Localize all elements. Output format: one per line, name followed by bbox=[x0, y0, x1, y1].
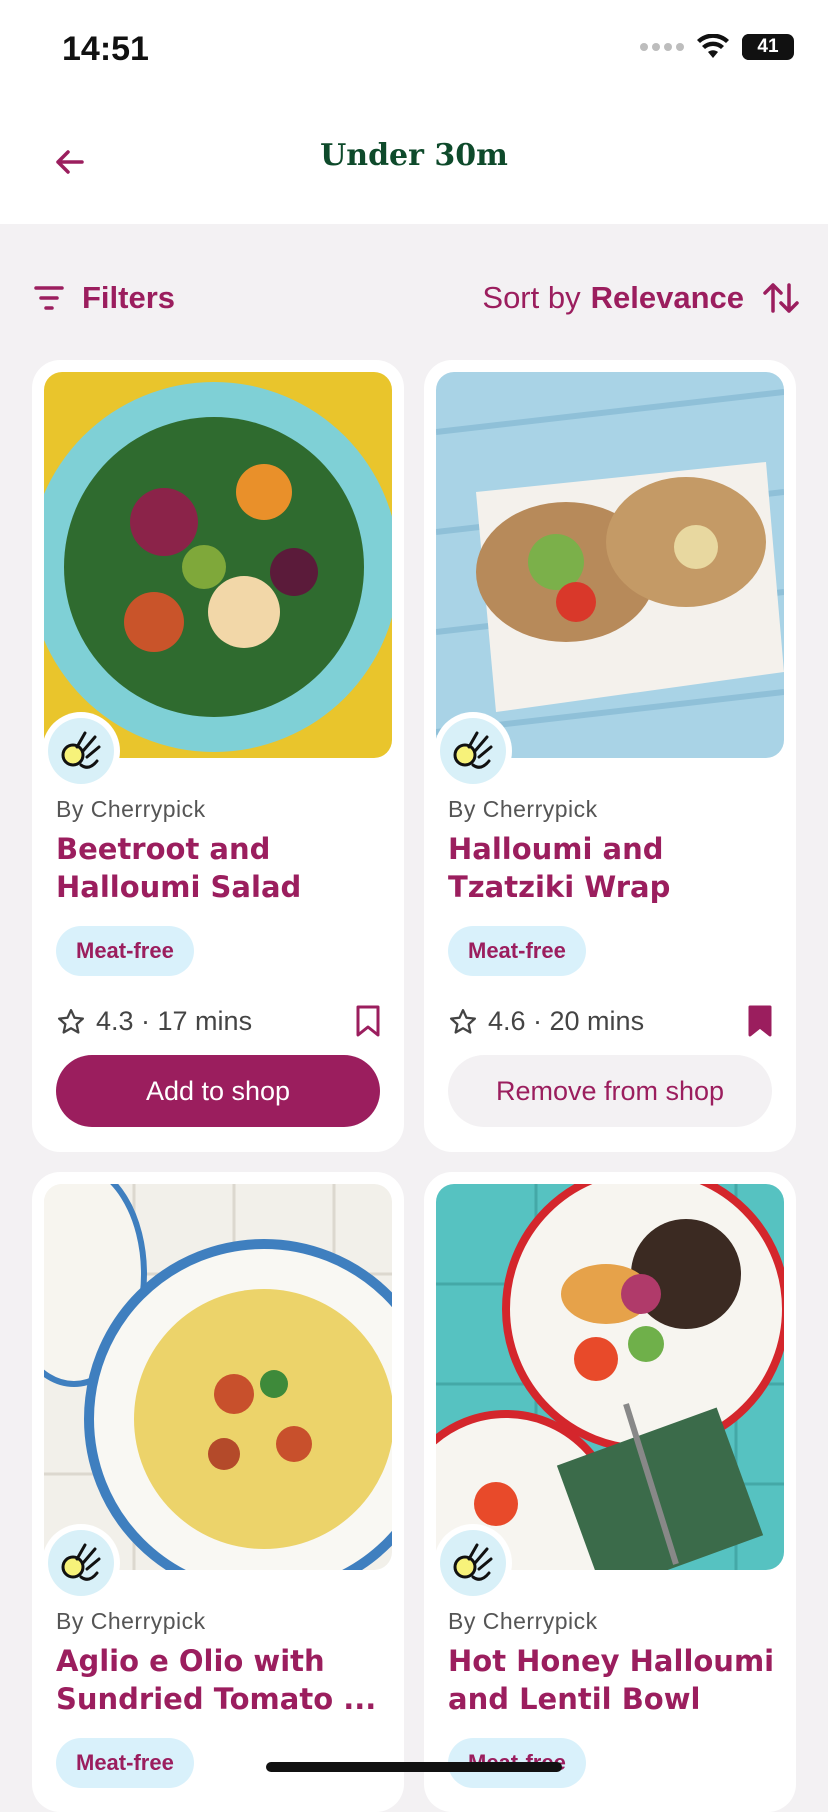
recipe-author: By Cherrypick bbox=[448, 1608, 598, 1634]
recipe-image bbox=[44, 372, 392, 758]
remove-from-shop-button[interactable]: Remove from shop bbox=[448, 1055, 772, 1127]
recipe-title[interactable]: Aglio e Olio with Sundried Tomato ... bbox=[56, 1642, 386, 1718]
rating-and-time: 4.6 · 20 mins bbox=[488, 1006, 645, 1036]
ok-hand-icon bbox=[453, 1543, 493, 1581]
ok-hand-icon bbox=[61, 731, 101, 769]
author-avatar bbox=[434, 712, 512, 790]
recipe-image bbox=[44, 1184, 392, 1570]
ok-hand-icon bbox=[453, 731, 493, 769]
star-icon bbox=[450, 1008, 476, 1034]
recipe-image bbox=[436, 372, 784, 758]
bookmark-filled-icon[interactable] bbox=[746, 1004, 774, 1038]
wifi-icon bbox=[697, 34, 729, 58]
recipe-title[interactable]: Hot Honey Halloumi and Lentil Bowl bbox=[448, 1642, 778, 1718]
author-avatar bbox=[434, 1524, 512, 1602]
author-avatar bbox=[42, 1524, 120, 1602]
page-title: Under 30m bbox=[320, 138, 508, 173]
add-to-shop-button[interactable]: Add to shop bbox=[56, 1055, 380, 1127]
recipe-title[interactable]: Beetroot and Halloumi Salad Wi... bbox=[56, 830, 386, 906]
battery-icon: 41 bbox=[742, 34, 794, 60]
recipe-meta: 4.3 · 17 mins bbox=[56, 1006, 252, 1037]
sort-value: Relevance bbox=[590, 280, 744, 315]
diet-tag: Meat-free bbox=[56, 1738, 194, 1788]
author-avatar bbox=[42, 712, 120, 790]
bookmark-icon[interactable] bbox=[354, 1004, 382, 1038]
diet-tag: Meat-free bbox=[56, 926, 194, 976]
recipe-meta: 4.6 · 20 mins bbox=[448, 1006, 644, 1037]
recipe-author: By Cherrypick bbox=[56, 1608, 206, 1634]
sort-control[interactable]: Sort by Relevance bbox=[482, 280, 800, 316]
battery-percentage: 41 bbox=[757, 36, 779, 57]
nav-header: Under 30m bbox=[0, 100, 828, 224]
sort-label: Sort by bbox=[482, 280, 581, 315]
status-bar: 14:51 41 bbox=[0, 0, 828, 100]
star-icon bbox=[58, 1008, 84, 1034]
filters-label: Filters bbox=[82, 280, 176, 315]
toolbar: Filters Sort by Relevance bbox=[0, 270, 828, 330]
recipe-author: By Cherrypick bbox=[448, 796, 598, 822]
cellular-signal-icon bbox=[640, 43, 684, 51]
filters-button[interactable]: Filters bbox=[34, 280, 175, 316]
recipe-author: By Cherrypick bbox=[56, 796, 206, 822]
status-icons: 41 bbox=[640, 34, 794, 60]
home-indicator bbox=[266, 1762, 562, 1772]
recipe-card[interactable]: By Cherrypick Hot Honey Halloumi and Len… bbox=[424, 1172, 796, 1812]
recipe-card[interactable]: By Cherrypick Aglio e Olio with Sundried… bbox=[32, 1172, 404, 1812]
rating-and-time: 4.3 · 17 mins bbox=[96, 1006, 253, 1036]
ok-hand-icon bbox=[61, 1543, 101, 1581]
filter-icon bbox=[34, 286, 64, 310]
recipe-image bbox=[436, 1184, 784, 1570]
recipe-card[interactable]: By Cherrypick Halloumi and Tzatziki Wrap… bbox=[424, 360, 796, 1152]
diet-tag: Meat-free bbox=[448, 926, 586, 976]
status-time: 14:51 bbox=[62, 30, 149, 68]
recipe-card[interactable]: By Cherrypick Beetroot and Halloumi Sala… bbox=[32, 360, 404, 1152]
recipe-title[interactable]: Halloumi and Tzatziki Wrap bbox=[448, 830, 778, 906]
sort-arrows-icon bbox=[763, 283, 799, 313]
